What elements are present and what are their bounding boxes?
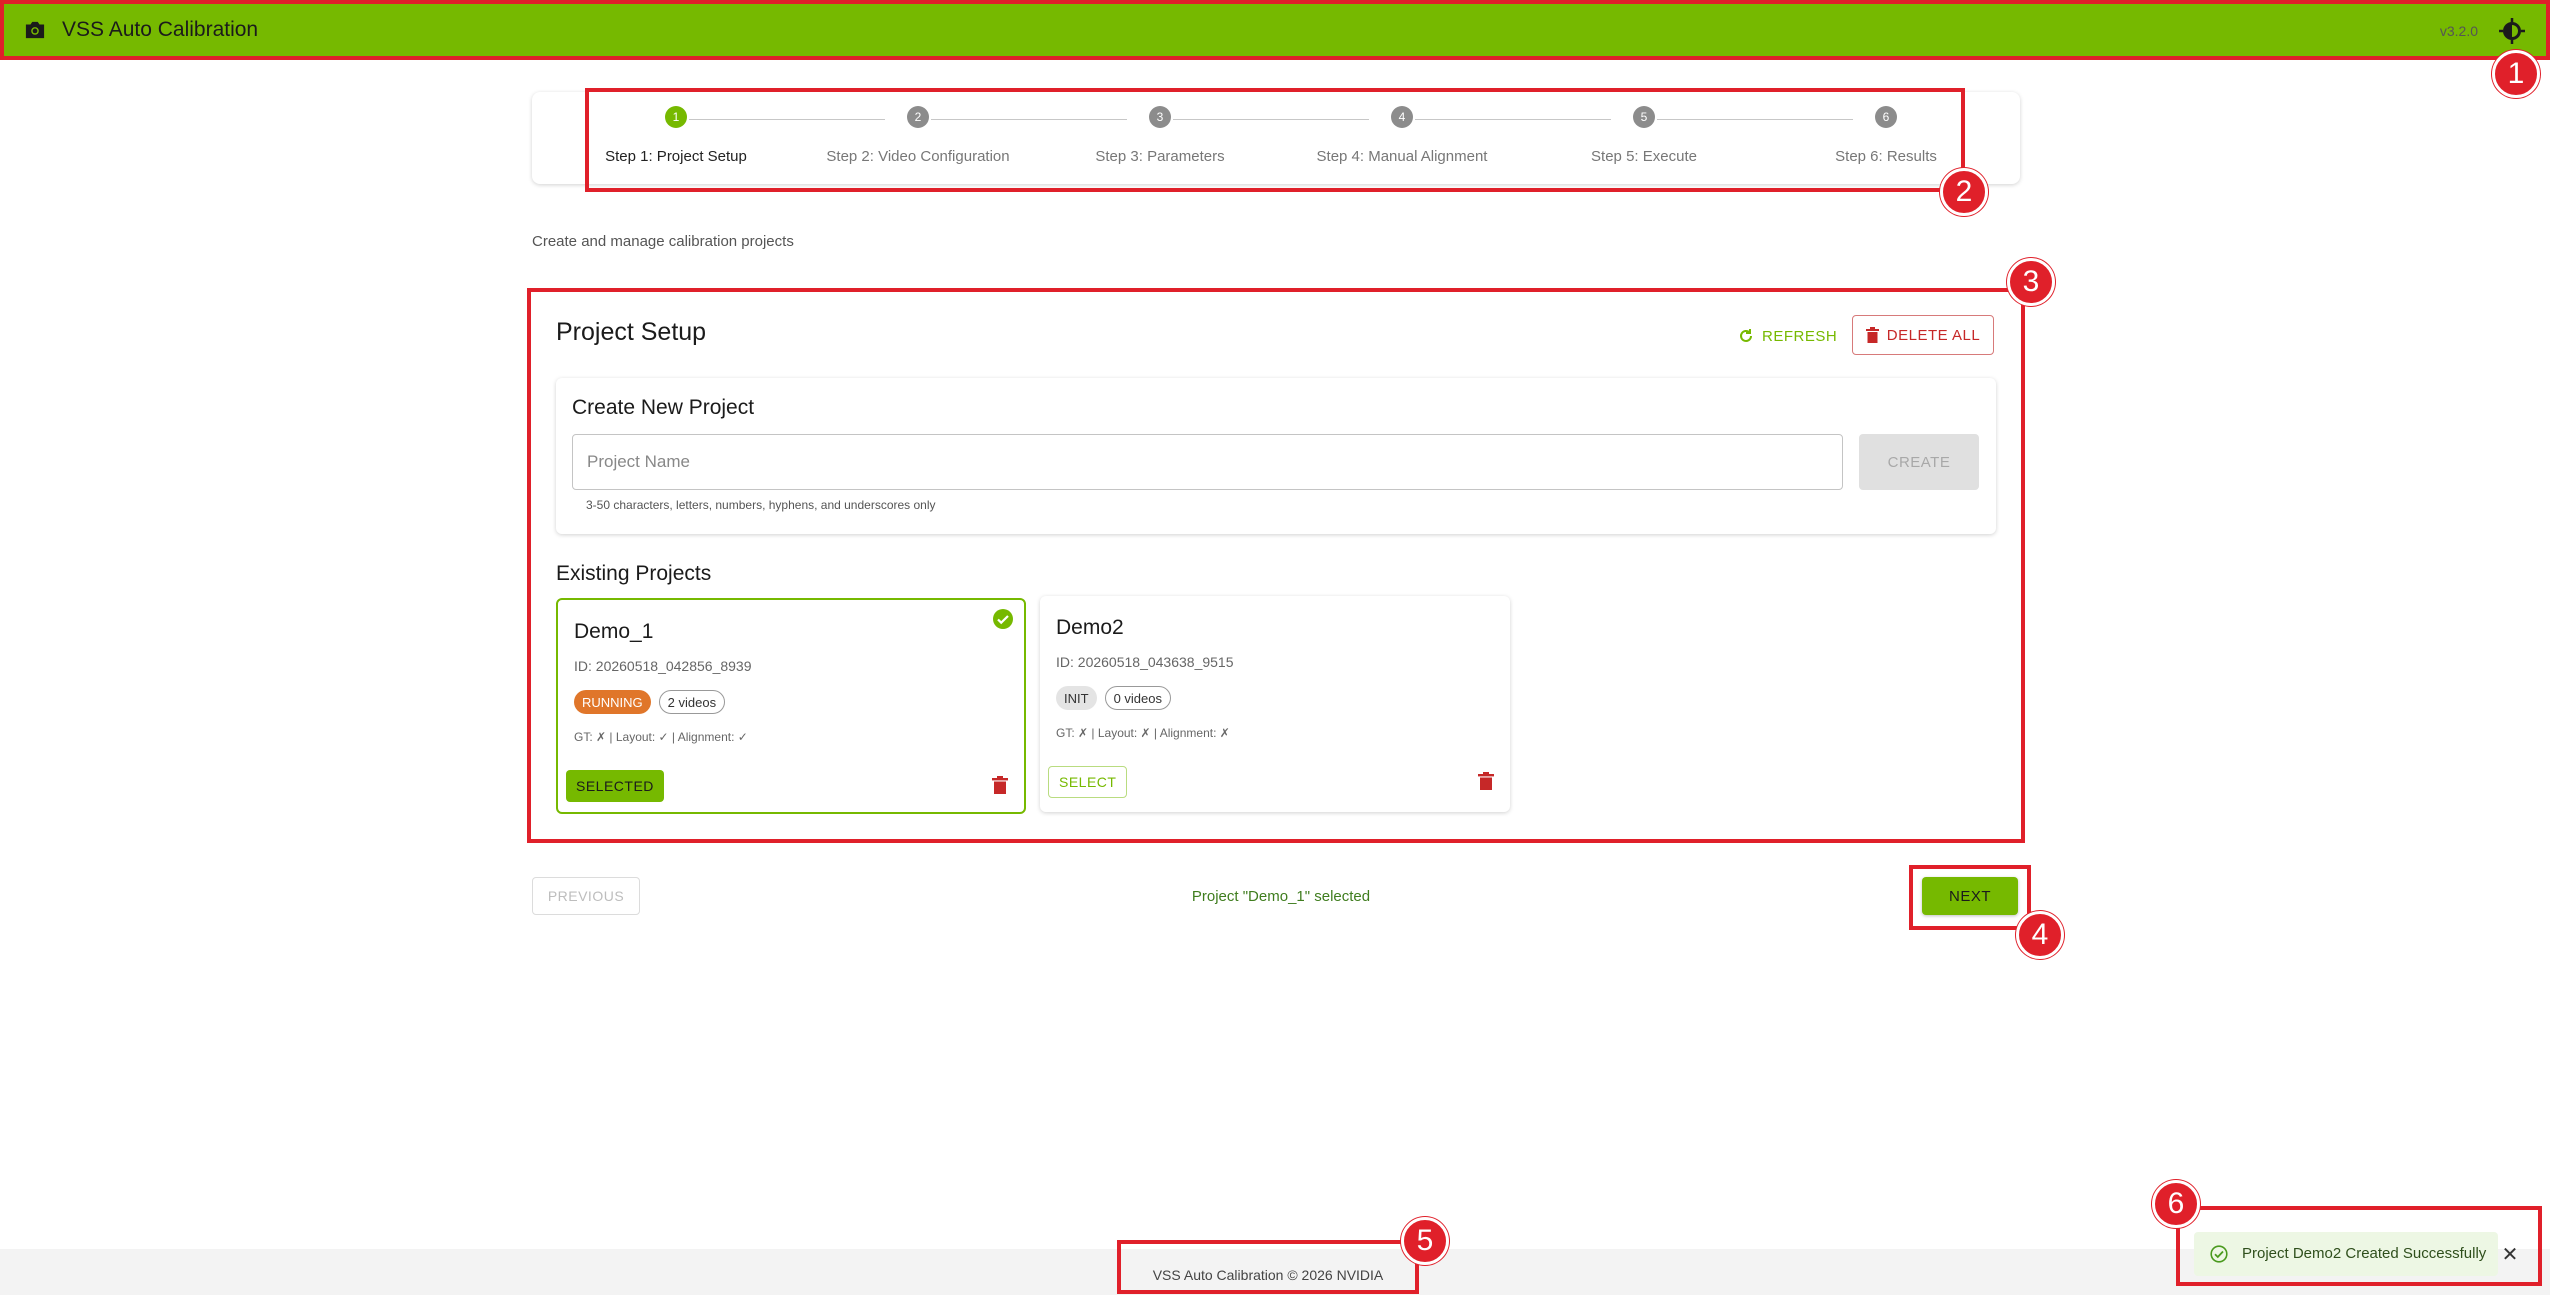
annotation-badge-1: 1 [2492, 50, 2540, 98]
annotation-badge-3: 3 [2007, 258, 2055, 306]
page-subtitle: Create and manage calibration projects [532, 233, 794, 250]
previous-button[interactable]: PREVIOUS [532, 877, 640, 915]
annotation-badge-2: 2 [1940, 168, 1988, 216]
selection-status: Project "Demo_1" selected [1191, 888, 1371, 905]
annotation-badge-4: 4 [2016, 911, 2064, 959]
annotation-box-6 [2176, 1206, 2542, 1286]
app-title: VSS Auto Calibration [62, 18, 259, 41]
annotation-box-4 [1909, 865, 2031, 930]
app-bar: VSS Auto Calibration v3.2.0 [0, 0, 2550, 60]
camera-icon [25, 21, 45, 39]
annotation-box-5 [1117, 1240, 1419, 1294]
annotation-box-3 [527, 288, 2025, 843]
annotation-badge-5: 5 [1401, 1217, 1449, 1265]
annotation-badge-6: 6 [2152, 1180, 2200, 1228]
annotation-box-2 [585, 88, 1965, 192]
version-label: v3.2.0 [2439, 23, 2478, 39]
theme-toggle-icon[interactable] [2498, 17, 2526, 45]
